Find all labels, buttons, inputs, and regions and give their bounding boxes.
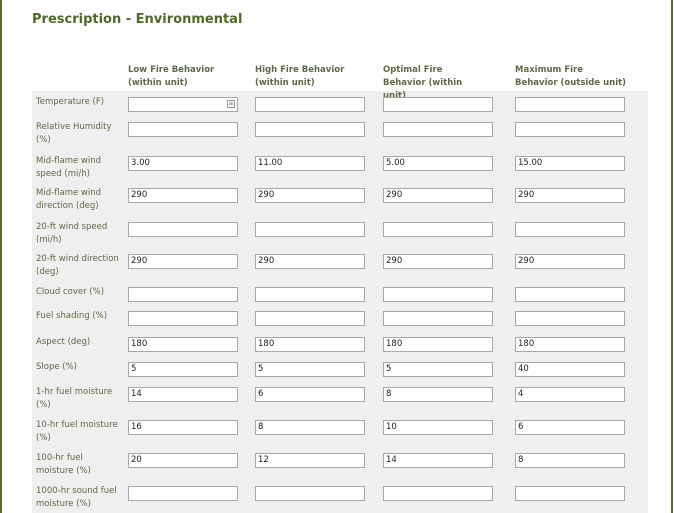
value-input[interactable] [128,222,238,237]
row-label: Fuel shading (%) [36,311,108,321]
value-input[interactable] [515,287,625,302]
row-label: 20-ft wind direction (deg) [36,254,119,277]
value-input[interactable]: 40 [515,362,625,377]
value-input[interactable]: 15.00 [515,156,625,171]
value-input[interactable] [515,122,625,137]
value-input[interactable] [128,311,238,326]
value-input[interactable] [383,122,493,137]
value-input[interactable] [383,97,493,112]
value-input[interactable]: 180 [383,337,493,352]
value-input[interactable]: 16 [128,420,238,435]
value-input[interactable] [128,287,238,302]
row-label: Cloud cover (%) [36,287,105,297]
row-label: Mid-flame wind direction (deg) [36,188,102,211]
row-label: Aspect (deg) [36,337,91,347]
row-label: 1000-hr sound fuel moisture (%) [36,486,117,509]
value-input[interactable]: 14 [383,453,493,468]
value-input[interactable]: 180 [515,337,625,352]
value-input[interactable]: 11.00 [255,156,365,171]
value-input[interactable]: 290 [128,188,238,203]
column-header-4: Maximum Fire Behavior (outside unit) [515,65,627,88]
value-input[interactable] [515,486,625,501]
window-border-right [671,0,673,513]
value-input[interactable] [128,122,238,137]
value-input[interactable] [383,222,493,237]
value-input[interactable]: 290 [255,254,365,269]
value-input[interactable] [128,486,238,501]
value-input[interactable]: 290 [515,188,625,203]
value-input[interactable] [515,311,625,326]
value-input[interactable] [255,311,365,326]
row-label: 100-hr fuel moisture (%) [36,453,91,476]
value-input[interactable] [255,97,365,112]
value-input[interactable] [255,122,365,137]
value-input[interactable]: 5.00 [383,156,493,171]
value-input[interactable]: 8 [255,420,365,435]
page-title: Prescription - Environmental [32,12,243,27]
value-input[interactable]: 5 [128,362,238,377]
value-input[interactable]: 5 [383,362,493,377]
row-label: 1-hr fuel moisture (%) [36,387,113,410]
spinner-icon[interactable]: ≡ [227,100,235,108]
value-input[interactable]: 5 [255,362,365,377]
value-input[interactable]: 290 [255,188,365,203]
value-input[interactable] [255,486,365,501]
value-input[interactable] [383,311,493,326]
value-input[interactable]: 6 [255,387,365,402]
row-label: Mid-flame wind speed (mi/h) [36,156,102,179]
value-input[interactable]: 6 [515,420,625,435]
row-label: Relative Humidity (%) [36,122,112,145]
value-input[interactable]: 4 [515,387,625,402]
value-input[interactable]: 8 [515,453,625,468]
row-label: 20-ft wind speed (mi/h) [36,222,108,245]
row-label: Slope (%) [36,362,77,372]
value-input[interactable]: 290 [128,254,238,269]
value-input[interactable]: 14 [128,387,238,402]
value-input[interactable]: 290 [515,254,625,269]
column-header-2: High Fire Behavior (within unit) [255,65,345,88]
value-input[interactable] [515,97,625,112]
value-input[interactable] [383,287,493,302]
value-input[interactable]: 290 [383,254,493,269]
value-input[interactable]: 10 [383,420,493,435]
value-input[interactable] [383,486,493,501]
value-input[interactable]: 180 [128,337,238,352]
row-label: 10-hr fuel moisture (%) [36,420,118,443]
column-header-1: Low Fire Behavior (within unit) [128,65,215,88]
value-input[interactable] [515,222,625,237]
value-input[interactable]: 3.00 [128,156,238,171]
value-input[interactable]: 8 [383,387,493,402]
form-panel [32,91,648,513]
value-input[interactable] [255,222,365,237]
value-input[interactable]: 12 [255,453,365,468]
row-label: Temperature (F) [36,97,105,107]
value-input[interactable]: 180 [255,337,365,352]
value-input[interactable]: 290 [383,188,493,203]
value-input[interactable]: 20 [128,453,238,468]
value-input[interactable]: ≡ [128,97,238,112]
value-input[interactable] [255,287,365,302]
window-border-left [0,0,2,513]
